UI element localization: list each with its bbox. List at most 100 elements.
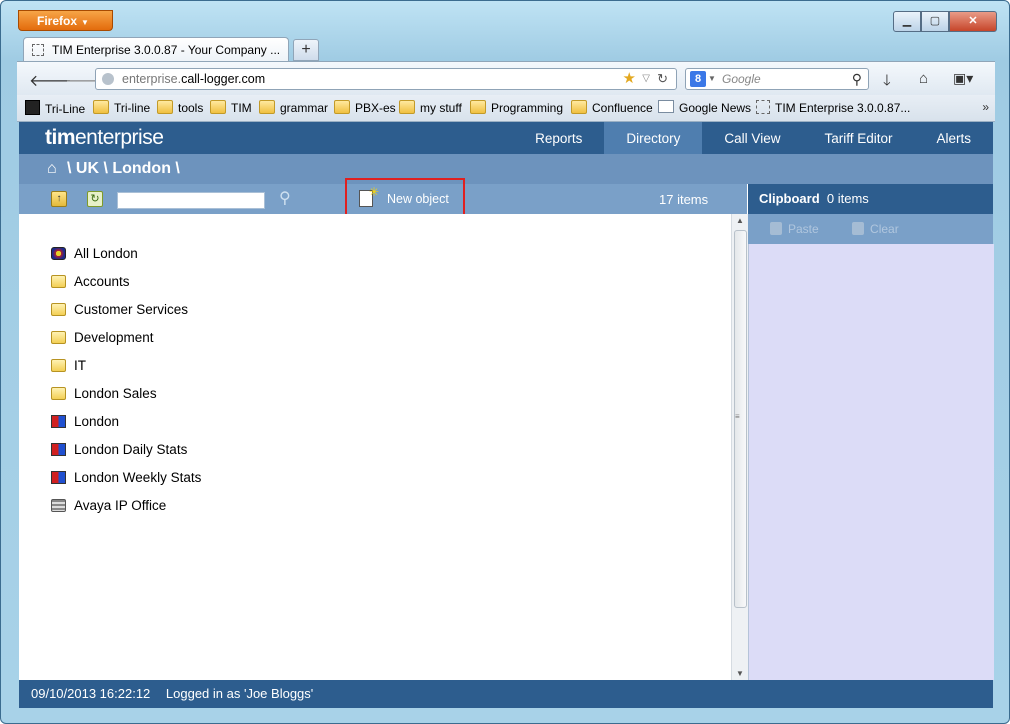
chevron-down-icon[interactable]: ▽ [642, 69, 650, 89]
item-label: Accounts [74, 274, 130, 289]
nav-tariff-editor[interactable]: Tariff Editor [802, 122, 914, 154]
folder-icon [51, 275, 66, 288]
bookmark-item[interactable]: Google News [658, 100, 751, 116]
list-item[interactable]: Avaya IP Office [51, 492, 201, 520]
breadcrumb-path[interactable]: \ UK \ London \ [67, 154, 180, 184]
tri-line-icon [25, 100, 40, 115]
item-label: Customer Services [74, 302, 189, 317]
search-bar[interactable]: 8 ▼ Google ⚲ [685, 68, 869, 90]
download-icon[interactable]: 🡓 [883, 70, 891, 95]
list-item[interactable]: London Weekly Stats [51, 464, 201, 492]
bookmark-item[interactable]: TIM [210, 100, 252, 116]
item-label: London Daily Stats [74, 442, 188, 457]
bookmark-label: PBX-es [355, 101, 396, 115]
list-item[interactable]: Customer Services [51, 296, 201, 324]
list-scrollbar[interactable]: ▲ ≡ ▼ [731, 214, 748, 680]
bookmark-label: Confluence [592, 101, 653, 115]
paste-icon [770, 222, 782, 235]
report-icon [51, 415, 66, 428]
url-bar[interactable]: enterprise.call-logger.com ★ ▽ ↻ [95, 68, 677, 90]
search-icon[interactable]: ⚲ [852, 69, 862, 89]
firefox-menu-button[interactable]: Firefox ▼ [18, 10, 113, 31]
eraser-icon [852, 222, 865, 235]
bookmark-item[interactable]: tools [157, 100, 203, 116]
home-icon[interactable]: ⌂ [47, 154, 57, 184]
folder-icon [157, 100, 173, 114]
search-input[interactable] [117, 192, 265, 209]
item-label: All London [74, 246, 138, 261]
browser-window: Firefox ▼ ▁ ▢ ✕ TIM Enterprise 3.0.0.87 -… [0, 0, 1010, 724]
logo-bold-text: tim [45, 126, 76, 149]
new-tab-button[interactable]: + [293, 39, 319, 61]
close-window-button[interactable]: ✕ [949, 11, 997, 32]
url-host: call-logger.com [181, 72, 266, 86]
scroll-down-icon[interactable]: ▼ [736, 669, 744, 678]
bookmarks-overflow-button[interactable]: » [982, 100, 989, 114]
report-icon [51, 443, 66, 456]
bookmark-star-icon[interactable]: ★ [623, 69, 636, 89]
bookmark-label: Tri-line [114, 101, 151, 115]
bookmark-item[interactable]: Confluence [571, 100, 653, 116]
item-label: London Sales [74, 386, 157, 401]
chevron-down-icon: ▼ [81, 18, 89, 27]
firefox-menu-label: Firefox [37, 14, 78, 28]
report-icon [51, 471, 66, 484]
folder-icon [51, 331, 66, 344]
bookmarks-menu-icon[interactable]: ▣▾ [953, 70, 973, 87]
news-icon [658, 100, 674, 113]
sparkle-icon: ✳ [369, 185, 380, 199]
scroll-up-icon[interactable]: ▲ [736, 216, 744, 225]
nav-call-view[interactable]: Call View [702, 122, 802, 154]
search-icon[interactable]: ⚲ [279, 188, 291, 208]
list-item[interactable]: All London [51, 240, 201, 268]
maximize-button[interactable]: ▢ [921, 11, 949, 32]
minimize-button[interactable]: ▁ [893, 11, 921, 32]
google-icon: 8 [690, 71, 706, 87]
browser-tab[interactable]: TIM Enterprise 3.0.0.87 - Your Company .… [23, 37, 289, 61]
item-count: 17 items [659, 192, 709, 207]
paste-button[interactable]: Paste [770, 222, 819, 236]
reload-icon[interactable]: ↻ [657, 69, 668, 89]
bookmark-item[interactable]: Programming [470, 100, 563, 116]
nav-reports[interactable]: Reports [513, 122, 604, 154]
title-bar: Firefox ▼ ▁ ▢ ✕ [1, 1, 1009, 35]
chevron-down-icon[interactable]: ▼ [708, 69, 716, 89]
bookmark-item[interactable]: my stuff [399, 100, 462, 116]
app-header: timenterprise Reports Directory Call Vie… [19, 122, 993, 154]
new-object-button[interactable]: New object [387, 192, 449, 206]
nav-directory[interactable]: Directory [604, 122, 703, 154]
group-icon [51, 247, 66, 260]
bookmark-label: TIM Enterprise 3.0.0.87... [775, 101, 911, 115]
bookmark-item[interactable]: TIM Enterprise 3.0.0.87... [756, 100, 910, 116]
clipboard-header: Clipboard 0 items [748, 184, 993, 214]
refresh-icon[interactable]: ↻ [87, 191, 103, 207]
app-logo[interactable]: timenterprise [45, 126, 164, 150]
search-placeholder: Google [722, 72, 761, 86]
grip-icon: ≡ [735, 412, 740, 421]
bookmark-item[interactable]: Tri-line [93, 100, 150, 116]
bookmark-label: grammar [280, 101, 329, 115]
item-label: London [74, 414, 120, 429]
home-icon[interactable]: ⌂ [919, 70, 928, 87]
page-content: timenterprise Reports Directory Call Vie… [19, 122, 994, 708]
bookmark-label: Google News [679, 101, 752, 115]
list-item[interactable]: Accounts [51, 268, 201, 296]
list-item[interactable]: Development [51, 324, 201, 352]
bookmark-item[interactable]: grammar [259, 100, 328, 116]
list-item[interactable]: London [51, 408, 201, 436]
folder-icon [51, 387, 66, 400]
globe-icon [102, 73, 114, 85]
folder-icon [259, 100, 275, 114]
clipboard-panel[interactable] [748, 244, 994, 680]
list-item[interactable]: IT [51, 352, 201, 380]
tab-title: TIM Enterprise 3.0.0.87 - Your Company .… [52, 43, 281, 57]
clear-button[interactable]: Clear [852, 222, 899, 236]
bookmark-item[interactable]: PBX-es [334, 100, 396, 116]
nav-alerts[interactable]: Alerts [914, 122, 993, 154]
item-label: Avaya IP Office [74, 498, 167, 513]
list-item[interactable]: London Daily Stats [51, 436, 201, 464]
folder-up-icon[interactable]: ↑ [51, 191, 67, 207]
list-item[interactable]: London Sales [51, 380, 201, 408]
bookmark-item[interactable]: Tri-Line [25, 100, 85, 117]
bookmark-label: Programming [491, 101, 564, 115]
